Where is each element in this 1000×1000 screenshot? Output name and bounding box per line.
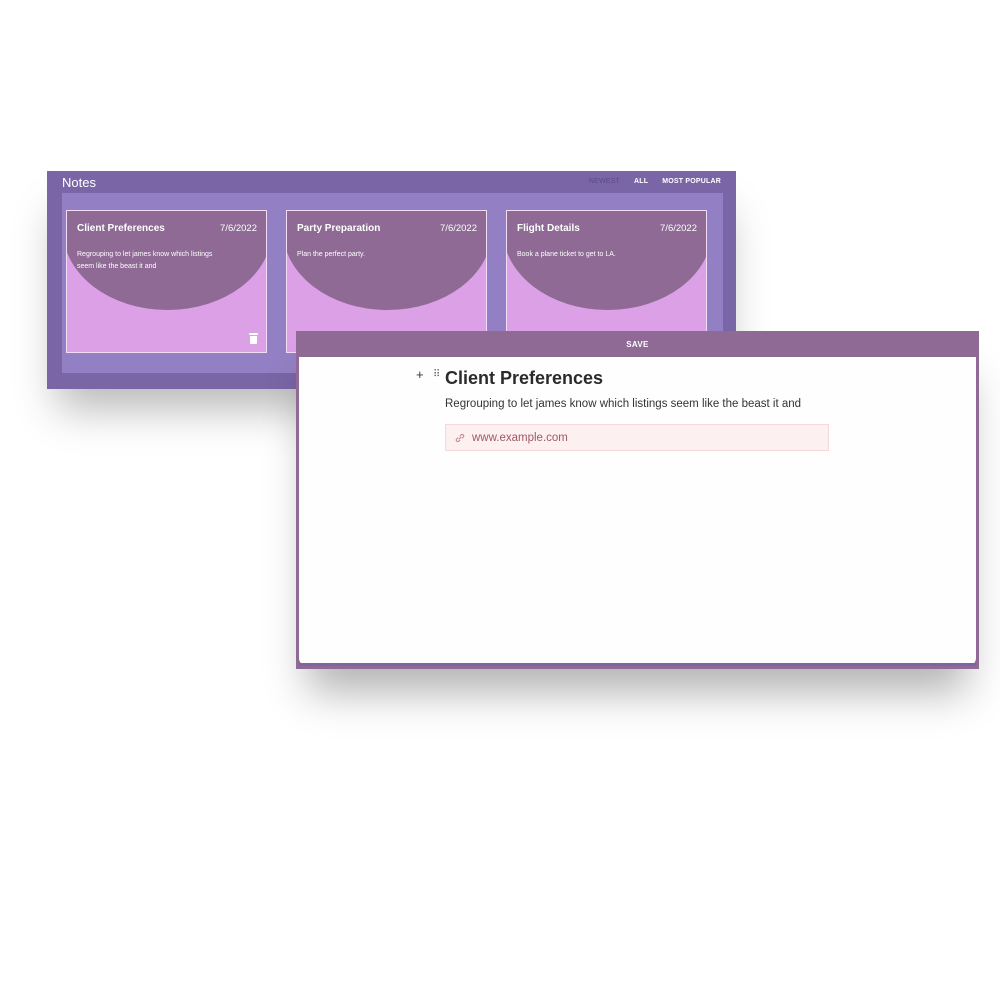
note-card-text: Plan the perfect party. xyxy=(297,251,365,258)
note-card-text: Regrouping to let james know which listi… xyxy=(77,251,213,270)
save-button[interactable]: SAVE xyxy=(620,339,654,350)
filter-most-popular[interactable]: MOST POPULAR xyxy=(662,178,721,185)
editor-toolbar: SAVE xyxy=(296,331,979,357)
editor-content[interactable]: + ⠿ Client Preferences Regrouping to let… xyxy=(299,357,976,666)
add-block-button[interactable]: + xyxy=(416,367,424,382)
document-paragraph[interactable]: Regrouping to let james know which listi… xyxy=(445,398,801,410)
filter-all[interactable]: ALL xyxy=(634,178,648,185)
editor-bottom-border xyxy=(299,663,976,666)
link-url[interactable]: www.example.com xyxy=(472,432,568,444)
filter-newest[interactable]: NEWEST xyxy=(589,178,620,185)
note-card-title: Flight Details xyxy=(517,223,580,234)
note-card-text: Book a plane ticket to get to LA. xyxy=(517,251,616,258)
link-icon xyxy=(454,432,466,444)
notes-title: Notes xyxy=(62,175,96,190)
link-block[interactable]: www.example.com xyxy=(445,424,829,451)
filter-tabs: NEWEST ALL MOST POPULAR xyxy=(589,178,721,185)
note-card-client-preferences[interactable]: Client Preferences 7/6/2022 Regrouping t… xyxy=(66,210,267,353)
note-card-title: Client Preferences xyxy=(77,223,165,234)
document-title[interactable]: Client Preferences xyxy=(445,368,603,389)
stage: Notes NEWEST ALL MOST POPULAR Client Pre… xyxy=(0,0,1000,1000)
drag-handle-icon[interactable]: ⠿ xyxy=(433,369,440,380)
notes-header: Notes NEWEST ALL MOST POPULAR xyxy=(47,171,736,193)
note-card-date: 7/6/2022 xyxy=(440,223,477,234)
note-card-date: 7/6/2022 xyxy=(220,223,257,234)
trash-icon[interactable] xyxy=(249,333,258,344)
note-card-date: 7/6/2022 xyxy=(660,223,697,234)
note-card-title: Party Preparation xyxy=(297,223,381,234)
editor-window: SAVE + ⠿ Client Preferences Regrouping t… xyxy=(296,331,979,669)
